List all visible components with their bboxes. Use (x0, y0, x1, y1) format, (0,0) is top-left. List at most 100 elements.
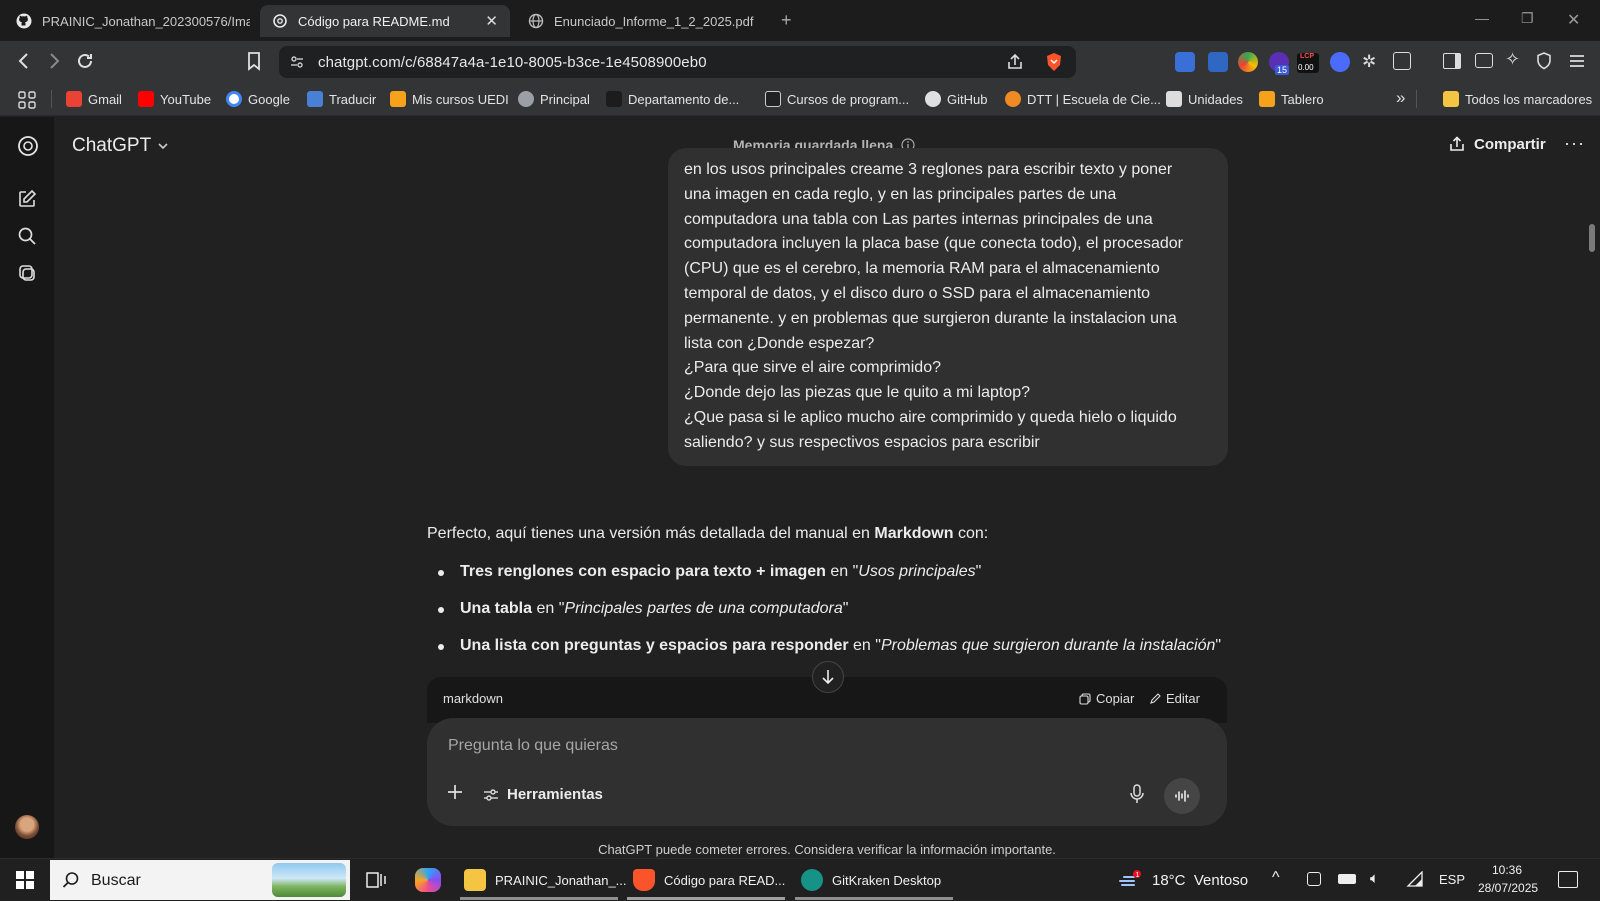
chat-main: ChatGPT Memoria guardada llena Compartir… (54, 117, 1600, 858)
vpn-shield-icon[interactable] (1536, 51, 1552, 71)
chevron-up-icon[interactable]: ^ (1272, 869, 1280, 887)
all-bookmarks[interactable]: Todos los marcadores (1443, 91, 1592, 107)
apps-grid-icon[interactable] (18, 91, 36, 109)
model-selector[interactable]: ChatGPT (72, 135, 169, 157)
copy-code-button[interactable]: Copiar (1079, 691, 1134, 706)
minimize-icon[interactable]: — (1475, 10, 1489, 26)
message-line: una imagen en cada reglo, y en las princ… (684, 185, 1117, 203)
windows-start-icon[interactable] (16, 871, 34, 889)
clock-time[interactable]: 10:36 (1492, 863, 1522, 877)
volume-icon[interactable]: 🔈︎ (1370, 870, 1379, 887)
bullet-bold: Una tabla (460, 600, 533, 617)
brave-icon (633, 869, 655, 891)
search-chats-icon[interactable] (17, 226, 37, 246)
bookmark-principal[interactable]: Principal (518, 91, 590, 107)
voice-mode-button[interactable] (1164, 778, 1200, 814)
taskbar-app-brave[interactable]: Código para READ... (633, 859, 785, 901)
svg-text:1: 1 (1136, 872, 1140, 879)
pencil-icon (1149, 692, 1161, 705)
bookmark-icon[interactable] (246, 51, 262, 71)
bookmark-label: Google (248, 91, 290, 107)
wallet-icon[interactable] (1475, 53, 1493, 68)
settings-extension-icon[interactable] (1330, 52, 1350, 72)
clock-date[interactable]: 28/07/2025 (1478, 881, 1538, 895)
scrollbar-thumb[interactable] (1589, 224, 1595, 252)
bookmark-mis-cursos[interactable]: Mis cursos UEDI (390, 91, 509, 107)
scroll-to-bottom-button[interactable] (812, 661, 844, 693)
sidebar-toggle-icon[interactable] (1443, 53, 1461, 69)
wifi-icon[interactable] (1406, 871, 1424, 887)
edit-code-button[interactable]: Editar (1149, 691, 1200, 706)
bookmark-dtt[interactable]: DTT | Escuela de Cie... (1005, 91, 1161, 107)
message-line: computadora incluyen la placa base (que … (684, 235, 1183, 253)
prompt-composer[interactable]: Pregunta lo que quieras Herramientas (427, 718, 1227, 826)
message-line: temporal de datos, y el disco duro o SSD… (684, 284, 1151, 302)
share-page-icon[interactable] (1006, 53, 1024, 71)
add-attachment-icon[interactable] (447, 784, 463, 800)
site-settings-icon[interactable] (289, 54, 305, 70)
menu-icon[interactable] (1568, 52, 1586, 70)
translate-extension-icon[interactable] (1175, 52, 1195, 72)
more-bookmarks-icon[interactable]: » (1396, 88, 1405, 108)
library-icon[interactable] (17, 263, 37, 283)
notifications-icon[interactable] (1558, 871, 1578, 888)
restore-icon[interactable]: ❐ (1521, 10, 1534, 27)
forward-icon[interactable] (45, 51, 63, 71)
screen-extension-icon[interactable] (1208, 52, 1228, 72)
bookmark-gmail[interactable]: Gmail (66, 91, 122, 107)
share-button[interactable]: Compartir (1448, 135, 1546, 153)
window-close-icon[interactable]: ✕ (1567, 10, 1580, 30)
bookmark-label: Principal (540, 91, 590, 107)
meet-now-icon[interactable] (1307, 872, 1321, 886)
tab-github[interactable]: PRAINIC_Jonathan_202300576/Imag (4, 5, 250, 37)
bookmark-youtube[interactable]: YouTube (138, 91, 211, 107)
address-bar[interactable]: chatgpt.com/c/68847a4a-1e10-8005-b3ce-1e… (279, 46, 1076, 78)
bookmark-departamento[interactable]: Departamento de... (606, 91, 739, 107)
url-text: chatgpt.com/c/68847a4a-1e10-8005-b3ce-1e… (318, 54, 707, 71)
course-icon (765, 91, 781, 107)
new-chat-icon[interactable] (17, 189, 37, 209)
openai-logo-icon[interactable] (17, 135, 39, 157)
battery-icon[interactable] (1338, 874, 1356, 884)
reload-icon[interactable] (75, 51, 95, 71)
more-options-icon[interactable]: ··· (1564, 133, 1585, 154)
copilot-icon[interactable] (415, 868, 441, 892)
copy-icon (1079, 692, 1091, 705)
bookmark-google[interactable]: Google (226, 91, 290, 107)
bookmark-tablero[interactable]: Tablero (1259, 91, 1324, 107)
new-tab-icon[interactable]: + (781, 10, 792, 31)
bookmark-traducir[interactable]: Traducir (307, 91, 376, 107)
close-tab-icon[interactable]: ✕ (475, 12, 498, 30)
moodle-icon (390, 91, 406, 107)
user-avatar[interactable] (15, 815, 39, 839)
gmail-icon (66, 91, 82, 107)
prompt-input[interactable]: Pregunta lo que quieras (448, 737, 618, 755)
tab-pdf[interactable]: Enunciado_Informe_1_2_2025.pdf (516, 5, 762, 37)
tools-button[interactable]: Herramientas (483, 786, 603, 803)
back-icon[interactable] (15, 51, 33, 71)
weather-icon[interactable]: 1 (1118, 869, 1141, 891)
language-indicator[interactable]: ESP (1439, 872, 1465, 887)
microphone-icon[interactable] (1129, 784, 1145, 804)
color-extension-icon[interactable] (1238, 52, 1258, 72)
reader-mode-icon[interactable] (1393, 52, 1411, 70)
taskbar-app-explorer[interactable]: PRAINIC_Jonathan_... (464, 859, 627, 901)
search-label: Buscar (91, 872, 141, 889)
tab-readme[interactable]: Código para README.md ✕ (260, 5, 510, 37)
leo-ai-icon[interactable]: ✧ (1505, 49, 1520, 70)
moodle-icon (1259, 91, 1275, 107)
youtube-icon (138, 91, 154, 107)
task-view-icon[interactable] (366, 871, 386, 889)
brave-shields-icon[interactable] (1045, 52, 1063, 72)
taskbar-app-gitkraken[interactable]: GitKraken Desktop (801, 859, 953, 901)
bookmark-unidades[interactable]: Unidades (1166, 91, 1243, 107)
bookmark-cursos-programacion[interactable]: Cursos de program... (765, 91, 909, 107)
folder-icon (464, 869, 486, 891)
extensions-puzzle-icon[interactable]: ✲ (1362, 52, 1376, 72)
taskbar-search[interactable]: Buscar (50, 860, 350, 900)
tab-title: Enunciado_Informe_1_2_2025.pdf (554, 13, 754, 29)
bookmark-github[interactable]: GitHub (925, 91, 987, 107)
extension-badge-count: 15 (1275, 65, 1290, 75)
message-line: computadora una tabla con Las partes int… (684, 210, 1153, 228)
github-icon (16, 13, 32, 29)
